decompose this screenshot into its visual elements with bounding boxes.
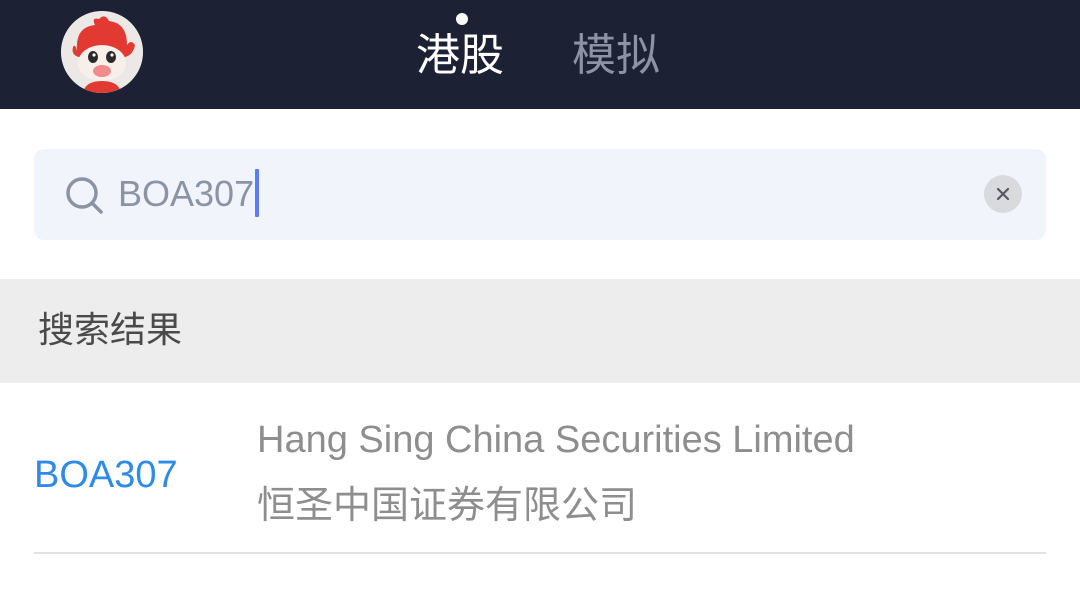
search-results-header: 搜索结果 — [0, 279, 1080, 383]
row-divider — [34, 552, 1046, 554]
section-title: 搜索结果 — [38, 310, 183, 351]
clear-icon — [996, 187, 1010, 201]
avatar[interactable] — [61, 11, 143, 93]
search-bar[interactable]: BOA307 — [34, 149, 1046, 240]
search-input-value: BOA307 — [118, 173, 255, 214]
tab-simulation[interactable]: 模拟 — [572, 28, 660, 84]
clear-search-button[interactable] — [984, 175, 1022, 213]
search-icon — [66, 177, 103, 214]
mascot-avatar-icon — [61, 11, 143, 93]
tab-hk-stocks[interactable]: 港股 — [416, 28, 504, 84]
active-tab-indicator — [456, 13, 468, 25]
top-navigation-bar: 港股 模拟 — [0, 0, 1080, 109]
result-company-name-en: Hang Sing China Securities Limited — [257, 419, 855, 461]
result-stock-code: BOA307 — [34, 454, 178, 496]
search-input[interactable]: BOA307 — [118, 167, 260, 221]
search-result-item[interactable]: BOA307 Hang Sing China Securities Limite… — [0, 383, 1080, 553]
text-caret — [255, 169, 260, 218]
result-company-name-cn: 恒圣中国证券有限公司 — [257, 483, 638, 527]
